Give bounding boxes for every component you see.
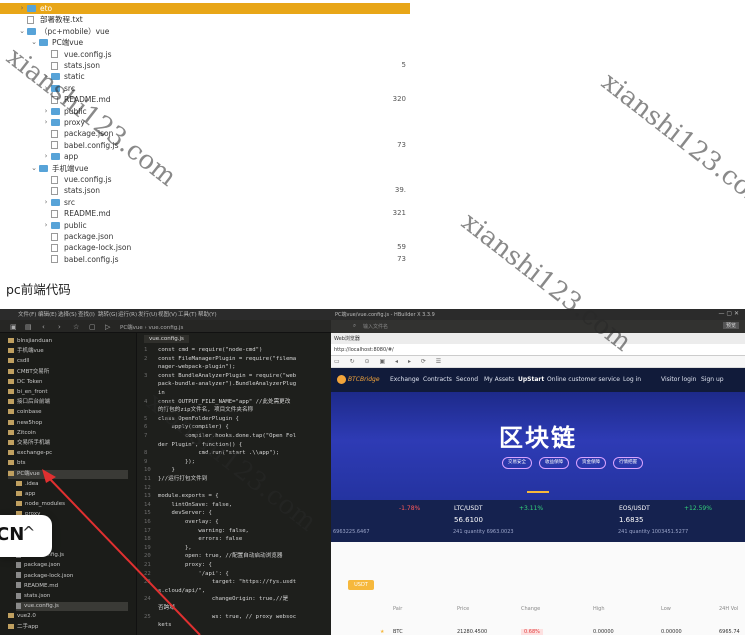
tree-item-name: public (64, 106, 87, 116)
chevron-right-icon[interactable]: › (18, 3, 26, 14)
tree-item-name: README.md (64, 209, 111, 219)
tree-folder-row[interactable]: › public (0, 106, 410, 117)
folder-icon (51, 119, 60, 126)
file-icon (51, 50, 58, 59)
tree-item-name: app (64, 152, 79, 162)
folder-icon (51, 84, 60, 92)
file-icon (51, 232, 58, 241)
tree-item-name: babel.config.js (64, 254, 119, 264)
tree-file-row[interactable]: vue.config.js (0, 174, 410, 185)
tree-file-row[interactable]: stats.json 5 (0, 60, 410, 71)
tree-item-size: 73 (397, 254, 406, 263)
tree-file-row[interactable]: README.md 320 (0, 94, 410, 105)
file-icon (51, 129, 58, 138)
folder-icon (51, 198, 60, 206)
file-tree: › eto 部署教程.txt ⌄ （pc+mobile）vue ⌄ PC端vue vue.co… (0, 0, 410, 266)
tree-item-name: package-lock.json (64, 243, 132, 253)
tree-item-size: 73 (397, 140, 406, 149)
tree-item-size: 59 (397, 243, 406, 252)
folder-icon (39, 164, 48, 172)
tree-item-name: public (64, 220, 87, 230)
folder-icon (51, 221, 60, 229)
file-icon (51, 209, 58, 218)
tree-item-name: stats.json (64, 186, 101, 196)
tree-item-name: vue.config.js (64, 175, 112, 184)
tree-item-name: eto (40, 4, 53, 13)
tree-item-name: PC端vue (52, 38, 84, 48)
file-icon (27, 15, 34, 24)
chevron-right-icon[interactable]: › (42, 71, 50, 82)
chevron-down-icon[interactable]: ⌄ (30, 37, 38, 48)
file-icon (51, 243, 58, 252)
file-icon (51, 61, 58, 70)
tree-folder-row[interactable]: › public (0, 220, 410, 231)
tree-file-row[interactable]: babel.config.js 73 (0, 254, 410, 265)
ide-window: 文件(F) 编辑(E) 选择(S) 查找(I) 跳转(G) 运行(R) 发行(U) 视图(V)… (0, 309, 745, 635)
folder-icon (39, 39, 48, 47)
tree-file-row[interactable]: babel.config.js 73 (0, 140, 410, 151)
tree-item-name: （pc+mobile）vue (40, 26, 110, 36)
file-icon (51, 186, 58, 195)
folder-icon (51, 73, 60, 81)
tree-file-row[interactable]: stats.json 39. (0, 185, 410, 196)
tree-item-name: static (64, 72, 85, 82)
chevron-down-icon[interactable]: ⌄ (30, 163, 38, 174)
chevron-right-icon[interactable]: › (42, 83, 50, 94)
tree-item-name: 手机端vue (52, 163, 89, 173)
tree-item-name: package.json (64, 129, 114, 139)
tree-file-row[interactable]: package-lock.json 59 (0, 242, 410, 253)
tree-folder-row[interactable]: › eto (0, 3, 410, 15)
tree-item-name: stats.json (64, 61, 101, 70)
file-icon (51, 141, 58, 150)
tree-folder-row[interactable]: ⌄ （pc+mobile）vue (0, 26, 410, 37)
tree-file-row[interactable]: package.json (0, 231, 410, 242)
tree-file-row[interactable]: vue.config.js (0, 49, 410, 60)
tree-item-name: babel.config.js (64, 140, 119, 150)
chevron-right-icon[interactable]: › (42, 106, 50, 117)
tree-item-name: README.md (64, 95, 111, 105)
tree-item-name: src (64, 197, 75, 207)
tree-item-size: 39. (394, 186, 406, 195)
chevron-right-icon[interactable]: › (42, 220, 50, 231)
tree-folder-row[interactable]: › src (0, 197, 410, 208)
language-label: CN (0, 524, 25, 545)
tree-item-size: 320 (392, 95, 406, 104)
tree-item-name: src (64, 83, 75, 93)
language-switcher[interactable]: CN ^ (0, 515, 52, 557)
file-icon (51, 175, 58, 184)
tree-item-size: 321 (392, 209, 406, 218)
folder-icon (27, 5, 36, 12)
tree-file-row[interactable]: 部署教程.txt (0, 14, 410, 25)
folder-icon (27, 27, 36, 35)
folder-icon (51, 107, 60, 115)
chevron-up-icon: ^ (22, 523, 36, 542)
chevron-down-icon[interactable]: ⌄ (18, 26, 26, 37)
tree-folder-row[interactable]: ⌄ PC端vue (0, 37, 410, 48)
file-icon (51, 95, 58, 104)
file-icon (51, 255, 58, 264)
tree-folder-row[interactable]: › app (0, 151, 410, 162)
tree-file-row[interactable]: README.md 321 (0, 208, 410, 219)
tree-file-row[interactable]: package.json (0, 128, 410, 139)
tree-folder-row[interactable]: ⌄ 手机端vue (0, 163, 410, 174)
tree-folder-row[interactable]: › proxy (0, 117, 410, 128)
section-caption: pc前端代码 (6, 282, 71, 297)
tree-item-size: 5 (401, 61, 406, 69)
tree-item-name: package.json (64, 232, 114, 241)
folder-icon (51, 153, 60, 161)
watermark-text-3: xianshi123.com (596, 67, 745, 218)
tree-item-name: vue.config.js (64, 49, 112, 59)
tree-item-name: 部署教程.txt (40, 15, 83, 25)
tree-item-name: proxy (64, 118, 85, 127)
tree-folder-row[interactable]: › static (0, 71, 410, 82)
chevron-right-icon[interactable]: › (42, 117, 50, 128)
tree-folder-row[interactable]: › src (0, 83, 410, 94)
chevron-right-icon[interactable]: › (42, 151, 50, 162)
chevron-right-icon[interactable]: › (42, 197, 50, 208)
annotation-arrow (42, 469, 201, 635)
